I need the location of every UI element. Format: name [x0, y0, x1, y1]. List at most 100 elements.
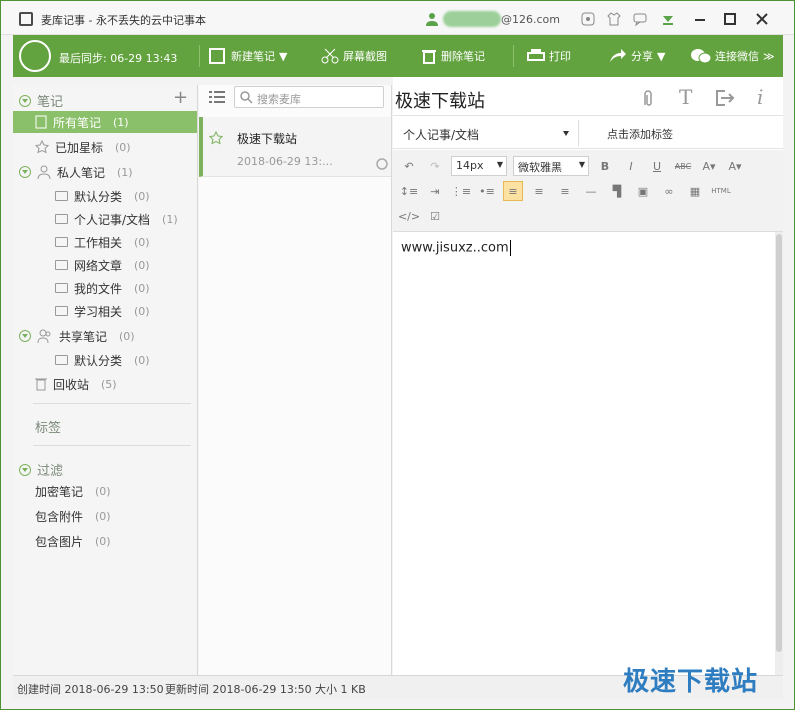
folder-count: (0)	[134, 281, 150, 295]
chevron-double-down-icon[interactable]: ≫	[763, 50, 775, 63]
search-input[interactable]: 搜索麦库	[234, 86, 384, 108]
font-size-select[interactable]: 14px ▼	[451, 156, 507, 176]
italic-icon[interactable]: I	[621, 156, 641, 176]
exit-icon[interactable]	[715, 89, 735, 107]
folder-icon	[55, 306, 68, 316]
list-view-icon[interactable]	[209, 90, 225, 104]
connect-wechat-button[interactable]: 连接微信 ≫	[691, 48, 775, 64]
message-icon[interactable]	[633, 12, 647, 26]
starred-label: 已加星标	[55, 140, 104, 155]
chevron-down-icon[interactable]: ▼	[279, 50, 287, 63]
wechat-icon	[691, 49, 711, 64]
notes-section-header[interactable]: 笔记	[19, 91, 63, 110]
print-button[interactable]: 打印	[527, 48, 571, 64]
sidebar-folder[interactable]: 我的文件 (0)	[55, 277, 150, 299]
filter-section-header[interactable]: 过滤	[19, 460, 63, 479]
font-family-select[interactable]: 微软雅黑 ▼	[513, 156, 589, 176]
printer-icon	[527, 49, 545, 61]
ordered-list-icon[interactable]: ⋮≡	[451, 181, 471, 201]
trash-icon	[422, 50, 436, 64]
collapse-icon[interactable]	[19, 166, 31, 178]
sidebar-item-all-notes[interactable]: 所有笔记 (1)	[13, 111, 197, 133]
star-icon[interactable]	[209, 131, 223, 145]
bullet-list-icon[interactable]: •≡	[477, 181, 497, 201]
created-time: 创建时间 2018-06-29 13:50	[17, 683, 164, 696]
screenshot-button[interactable]: 屏幕截图	[321, 48, 387, 64]
strikethrough-icon[interactable]: ABC	[673, 156, 693, 176]
close-icon[interactable]	[755, 12, 769, 26]
shirt-icon[interactable]	[607, 12, 621, 26]
sidebar-folder[interactable]: 网络文章 (0)	[55, 254, 150, 276]
new-note-button[interactable]: 新建笔记 ▼	[209, 48, 287, 64]
tags-section-header[interactable]: 标签	[35, 417, 61, 436]
bold-icon[interactable]: B	[595, 156, 615, 176]
star-icon	[35, 140, 49, 154]
sidebar-item-trash[interactable]: 回收站 (5)	[35, 373, 117, 395]
app-logo-icon	[19, 12, 33, 26]
note-list-item[interactable]: 极速下载站 2018-06-29 13:...	[199, 117, 391, 177]
sidebar-folder[interactable]: 个人记事/文档 (1)	[55, 208, 178, 230]
folder-label: 学习相关	[74, 304, 123, 319]
scrollbar-thumb[interactable]	[776, 234, 782, 652]
add-tag-button[interactable]: 点击添加标签	[607, 126, 673, 142]
align-right-icon[interactable]: ≡	[555, 181, 575, 201]
collapse-icon[interactable]	[19, 330, 31, 342]
highlight-color-icon[interactable]: A▾	[725, 156, 745, 176]
code-icon[interactable]: </>	[398, 206, 420, 226]
sidebar-filter[interactable]: 包含图片 (0)	[35, 530, 111, 552]
skin-icon[interactable]	[581, 12, 595, 26]
text-format-icon[interactable]: T	[679, 85, 692, 109]
sidebar-filter[interactable]: 包含附件 (0)	[35, 505, 111, 527]
delete-note-label: 删除笔记	[441, 50, 485, 63]
sidebar-folder[interactable]: 工作相关 (0)	[55, 231, 150, 253]
note-size: 大小 1 KB	[315, 683, 366, 696]
toolbar-divider	[513, 45, 514, 67]
html-icon[interactable]: HTML	[711, 181, 731, 201]
sidebar-item-shared-notes[interactable]: 共享笔记 (0)	[19, 325, 135, 347]
sidebar-folder[interactable]: 学习相关 (0)	[55, 300, 150, 322]
redo-icon[interactable]: ↷	[425, 156, 445, 176]
editor-scrollbar[interactable]	[775, 232, 783, 675]
align-left-icon[interactable]: ≡	[503, 181, 523, 201]
sidebar-folder[interactable]: 默认分类 (0)	[55, 185, 150, 207]
table-icon[interactable]: ▦	[685, 181, 705, 201]
font-color-icon[interactable]: A▾	[699, 156, 719, 176]
delete-note-button[interactable]: 删除笔记	[421, 48, 485, 64]
info-icon[interactable]: i	[757, 85, 763, 109]
updated-time: 更新时间 2018-06-29 13:50	[165, 683, 312, 696]
starred-count: (0)	[115, 140, 131, 154]
attachment-icon[interactable]	[639, 89, 659, 109]
folder-icon	[55, 283, 68, 293]
collapse-icon[interactable]	[19, 463, 31, 476]
collapse-icon[interactable]	[19, 94, 31, 107]
indent-icon[interactable]: ⇥	[425, 181, 445, 201]
sidebar-filter[interactable]: 加密笔记 (0)	[35, 480, 111, 502]
filter-label: 包含附件	[35, 509, 84, 524]
link-icon[interactable]: ∞	[659, 181, 679, 201]
maximize-icon[interactable]	[723, 12, 737, 26]
checkbox-icon[interactable]: ☑	[425, 206, 445, 226]
underline-icon[interactable]: U	[647, 156, 667, 176]
note-title-field[interactable]: 极速下载站	[395, 87, 485, 113]
note-body[interactable]: www.jisuxz..com	[401, 240, 511, 256]
align-center-icon[interactable]: ≡	[529, 181, 549, 201]
sync-icon[interactable]	[19, 40, 51, 72]
line-height-icon[interactable]: ↕≡	[399, 181, 419, 201]
folder-icon	[55, 214, 68, 224]
add-icon[interactable]: +	[173, 87, 188, 108]
format-painter-icon[interactable]: ▜	[607, 181, 627, 201]
user-icon[interactable]	[425, 12, 439, 26]
sidebar-item-private-notes[interactable]: 私人笔记 (1)	[19, 161, 133, 183]
sidebar-folder[interactable]: 默认分类 (0)	[55, 349, 150, 371]
chevron-down-icon[interactable]	[563, 131, 569, 136]
share-button[interactable]: 分享 ▼	[609, 48, 665, 64]
image-icon[interactable]: ▣	[633, 181, 653, 201]
sidebar-item-starred[interactable]: 已加星标 (0)	[35, 136, 131, 158]
undo-icon[interactable]: ↶	[399, 156, 419, 176]
notebook-select[interactable]: 个人记事/文档	[403, 126, 479, 143]
chevron-down-icon[interactable]: ▼	[657, 50, 665, 63]
minimize-icon[interactable]	[693, 12, 707, 26]
user-email[interactable]: @126.com	[501, 13, 560, 26]
download-icon[interactable]	[661, 12, 675, 26]
horizontal-rule-icon[interactable]: —	[581, 181, 601, 201]
